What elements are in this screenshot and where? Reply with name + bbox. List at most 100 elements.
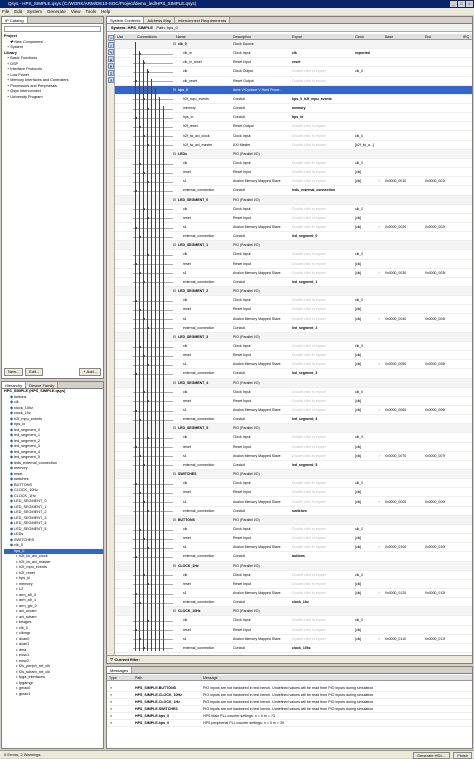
row-export[interactable]: Double-click to export [292, 543, 352, 552]
row-export[interactable]: Double-click to export [292, 388, 352, 397]
message-row[interactable]: ● HPS_SIMPLE.SWITCHES PIO inputs are not h… [107, 706, 472, 713]
row-export[interactable]: Double-click to export [292, 635, 352, 644]
collapse-icon[interactable]: ⊟ [173, 424, 176, 433]
connection-dot[interactable] [139, 125, 141, 128]
row-clock[interactable]: clk_0 [355, 525, 385, 534]
row-export[interactable]: Double-click to export [292, 406, 352, 415]
lock-icon[interactable]: ✓ [378, 360, 381, 369]
row-export[interactable]: leds_external_connection [292, 186, 352, 195]
connection-dot[interactable] [147, 107, 149, 110]
row-clock[interactable]: [clk] [355, 580, 385, 589]
row-export[interactable]: Double-click to export [292, 589, 352, 598]
row-export[interactable]: Double-click to export [292, 452, 352, 461]
row-base[interactable]: 0x0000_0110 [385, 635, 423, 644]
connection-dot[interactable] [139, 235, 141, 238]
row-clock[interactable]: clk_0 [355, 616, 385, 625]
menu-system[interactable]: System [27, 8, 42, 15]
row-export[interactable]: Double-click to export [292, 296, 352, 305]
move-up-icon[interactable]: ▲ [108, 56, 114, 62]
row-export[interactable]: Double-click to export [292, 305, 352, 314]
connection-dot[interactable] [135, 409, 137, 412]
row-export[interactable]: Double-click to export [292, 360, 352, 369]
edit-button[interactable]: Edit... [25, 368, 44, 376]
component-row[interactable]: ✓⊟CLOCK_10HzPIO (Parallel I/O) [115, 607, 472, 617]
collapse-icon[interactable]: ⊟ [173, 86, 176, 95]
row-export[interactable]: switches [292, 507, 352, 516]
row-clock[interactable]: clk_0 [355, 388, 385, 397]
component-row[interactable]: ✓⊟LED_SEGMENT_3PIO (Parallel I/O) [115, 332, 472, 342]
move-bottom-icon[interactable]: ⇟ [108, 77, 114, 83]
component-row[interactable]: ✓⊟CLOCK_1HzPIO (Parallel I/O) [115, 561, 472, 571]
row-clock[interactable]: [clk] [355, 168, 385, 177]
collapse-icon[interactable]: ⊟ [173, 196, 176, 205]
row-clock[interactable]: clk_0 [355, 296, 385, 305]
menu-help[interactable]: Help [101, 8, 110, 15]
row-export[interactable]: Double-click to export [292, 250, 352, 259]
row-clock[interactable]: clk_0 [355, 205, 385, 214]
row-clock[interactable]: [clk] [355, 488, 385, 497]
row-export[interactable]: Double-click to export [292, 132, 352, 141]
row-export[interactable]: Double-click to export [292, 534, 352, 543]
menu-edit[interactable]: Edit [14, 8, 22, 15]
row-clock[interactable]: [h2f_lw_a...] [355, 141, 385, 150]
lock-icon[interactable]: ✓ [378, 406, 381, 415]
connection-dot[interactable] [135, 592, 137, 595]
menu-view[interactable]: View [71, 8, 81, 15]
row-export[interactable]: Double-click to export [292, 488, 352, 497]
connection-dot[interactable] [139, 418, 141, 421]
lock-icon[interactable]: ✓ [378, 589, 381, 598]
row-clock[interactable]: [clk] [355, 626, 385, 635]
row-export[interactable]: Double-click to export [292, 479, 352, 488]
row-export[interactable]: clock_10hz [292, 644, 352, 653]
connection-dot[interactable] [139, 601, 141, 604]
menu-generate[interactable]: Generate [47, 8, 66, 15]
tab-messages[interactable]: Messages [107, 667, 133, 673]
row-base[interactable]: 0x0000_0050 [385, 360, 423, 369]
row-clock[interactable]: exported [355, 49, 385, 58]
row-clock[interactable]: [clk] [355, 397, 385, 406]
row-clock[interactable]: clk_0 [355, 250, 385, 259]
component-row[interactable]: ✓⊟LED_SEGMENT_5PIO (Parallel I/O) [115, 424, 472, 434]
row-clock[interactable]: [clk] [355, 214, 385, 223]
connection-dot[interactable] [135, 555, 137, 558]
row-export[interactable]: Double-click to export [292, 525, 352, 534]
connection-dot[interactable] [147, 254, 149, 257]
row-export[interactable]: clk [292, 49, 352, 58]
library-item[interactable]: + University Program [4, 95, 103, 101]
row-base[interactable]: 0x0000_0100 [385, 543, 423, 552]
row-export[interactable]: Double-click to export [292, 223, 352, 232]
row-export[interactable]: Double-click to export [292, 351, 352, 360]
row-export[interactable]: Double-click to export [292, 77, 352, 86]
message-row[interactable]: ● HPS_SIMPLE.hps_0 HPS Main PLL counter se… [107, 713, 472, 720]
new-button[interactable]: New... [4, 368, 24, 376]
row-clock[interactable]: [clk] [355, 443, 385, 452]
row-clock[interactable]: clk_0 [355, 479, 385, 488]
collapse-icon[interactable]: ⊟ [173, 379, 176, 388]
connection-dot[interactable] [135, 299, 137, 302]
component-row[interactable]: ✓⊟LED_SEGMENT_4PIO (Parallel I/O) [115, 378, 472, 388]
message-row[interactable]: ● HPS_SIMPLE.CLOCK_10Hz PIO inputs are not… [107, 692, 472, 699]
row-export[interactable]: led_segment_3 [292, 369, 352, 378]
row-clock[interactable]: [clk] [355, 305, 385, 314]
connection-dot[interactable] [135, 116, 137, 119]
row-export[interactable]: Double-click to export [292, 122, 352, 131]
row-export[interactable]: Double-click to export [292, 141, 352, 150]
row-base[interactable]: 0x0000_0010 [385, 177, 423, 186]
connection-dot[interactable] [147, 437, 149, 440]
connection-dot[interactable] [143, 537, 145, 540]
row-export[interactable]: Double-click to export [292, 177, 352, 186]
row-export[interactable]: led_segment_0 [292, 232, 352, 241]
component-row[interactable]: ✓⊟LED_SEGMENT_1PIO (Parallel I/O) [115, 241, 472, 251]
tab-ip-catalog[interactable]: IP Catalog [2, 17, 28, 23]
row-export[interactable]: Double-click to export [292, 67, 352, 76]
connection-dot[interactable] [147, 620, 149, 623]
connection-dot[interactable] [143, 171, 145, 174]
row-export[interactable]: Double-click to export [292, 260, 352, 269]
row-clock[interactable]: [clk] [355, 260, 385, 269]
connection-dot[interactable] [147, 71, 149, 74]
row-base[interactable]: 0x0000_0040 [385, 315, 423, 324]
connection-dot[interactable] [147, 546, 149, 549]
row-export[interactable]: Double-click to export [292, 626, 352, 635]
row-export[interactable]: Double-click to export [292, 214, 352, 223]
maximize-icon[interactable]: □ [458, 1, 465, 7]
